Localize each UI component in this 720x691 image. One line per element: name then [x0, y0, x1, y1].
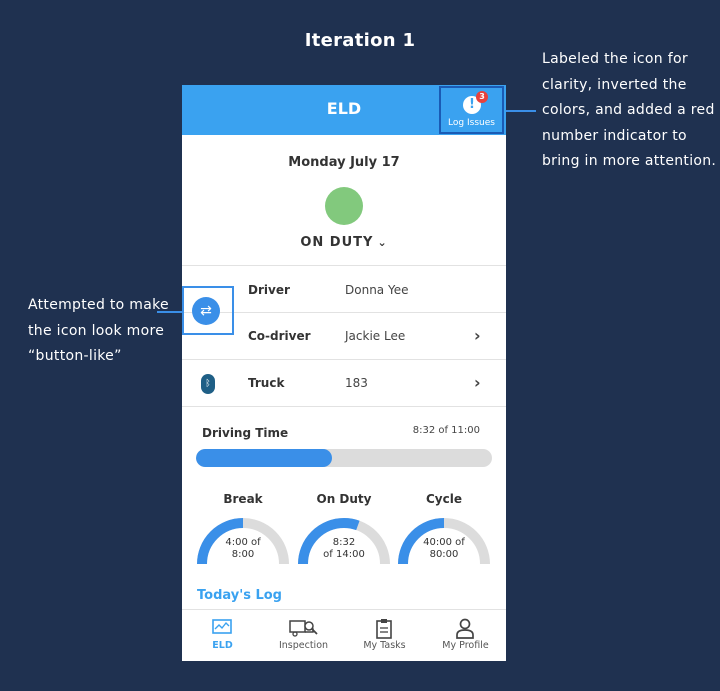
- todays-log-link[interactable]: Today's Log: [197, 588, 282, 603]
- gauge-value: 8:32 of 14:00: [323, 537, 365, 560]
- gauge-value: 4:00 of 8:00: [225, 537, 261, 560]
- nav-label: My Profile: [442, 640, 489, 651]
- nav-label: My Tasks: [363, 640, 406, 651]
- nav-label: Inspection: [278, 640, 329, 651]
- app-header: ELD ! 3 Log Issues: [182, 85, 506, 135]
- driving-time-value: 8:32 of 11:00: [412, 425, 480, 436]
- gauge-value: 40:00 of 80:00: [423, 537, 465, 560]
- person-icon: [456, 618, 474, 639]
- divider: [182, 265, 506, 266]
- gauge-label: On Duty: [316, 492, 372, 506]
- divider: [182, 406, 506, 407]
- phone-screen: ELD ! 3 Log Issues Monday July 17 ON DUT…: [182, 85, 506, 661]
- co-driver-value: Jackie Lee: [345, 329, 406, 343]
- nav-my-tasks[interactable]: My Tasks: [344, 610, 425, 661]
- gauge-label: Cycle: [426, 492, 462, 506]
- current-date: Monday July 17: [288, 155, 400, 170]
- driving-time-progress: [196, 449, 492, 467]
- connector-line-left: [157, 311, 182, 313]
- nav-my-profile[interactable]: My Profile: [425, 610, 506, 661]
- driving-time-label: Driving Time: [202, 426, 289, 440]
- chevron-down-icon: ⌄: [377, 236, 388, 249]
- break-gauge: Break 4:00 of 8:00: [193, 490, 293, 570]
- annotation-swap-icon: Attempted to make the icon look more “bu…: [28, 297, 169, 364]
- log-issues-button[interactable]: ! 3 Log Issues: [439, 86, 504, 134]
- nav-eld[interactable]: ELD: [182, 610, 263, 661]
- issue-count-badge: 3: [476, 91, 488, 103]
- truck-value: 183: [345, 376, 368, 390]
- clipboard-icon: [376, 619, 392, 639]
- bottom-nav: ELD Inspection My Tasks My Profile: [182, 609, 506, 661]
- truck-label: Truck: [248, 376, 285, 390]
- on-duty-gauge: On Duty 8:32 of 14:00: [294, 490, 394, 570]
- chevron-right-icon: ›: [474, 326, 481, 345]
- gauge-label: Break: [223, 492, 263, 506]
- duty-status-label: ON DUTY: [300, 235, 374, 250]
- connector-line-right: [506, 110, 536, 112]
- cycle-gauge: Cycle 40:00 of 80:00: [394, 490, 494, 570]
- nav-inspection[interactable]: Inspection: [263, 610, 344, 661]
- bluetooth-icon: ᛒ: [201, 374, 215, 394]
- status-indicator: [325, 187, 363, 225]
- chevron-right-icon: ›: [474, 373, 481, 392]
- eld-chart-icon: [212, 619, 232, 634]
- driver-label: Driver: [248, 283, 290, 297]
- duty-status-dropdown[interactable]: ON DUTY ⌄: [182, 235, 506, 250]
- divider: [182, 359, 506, 360]
- co-driver-label: Co-driver: [248, 329, 311, 343]
- nav-label: ELD: [212, 640, 233, 651]
- driver-value: Donna Yee: [345, 283, 409, 297]
- driving-time-progress-fill: [196, 449, 333, 467]
- truck-inspect-icon: [289, 620, 318, 637]
- annotation-log-issues: Labeled the icon for clarity, inverted t…: [542, 51, 717, 169]
- truck-row[interactable]: Truck 183 ›: [182, 361, 506, 407]
- log-issues-label: Log Issues: [448, 118, 495, 128]
- swap-driver-icon: ⇄: [192, 297, 220, 325]
- swap-driver-button[interactable]: ⇄: [182, 286, 234, 335]
